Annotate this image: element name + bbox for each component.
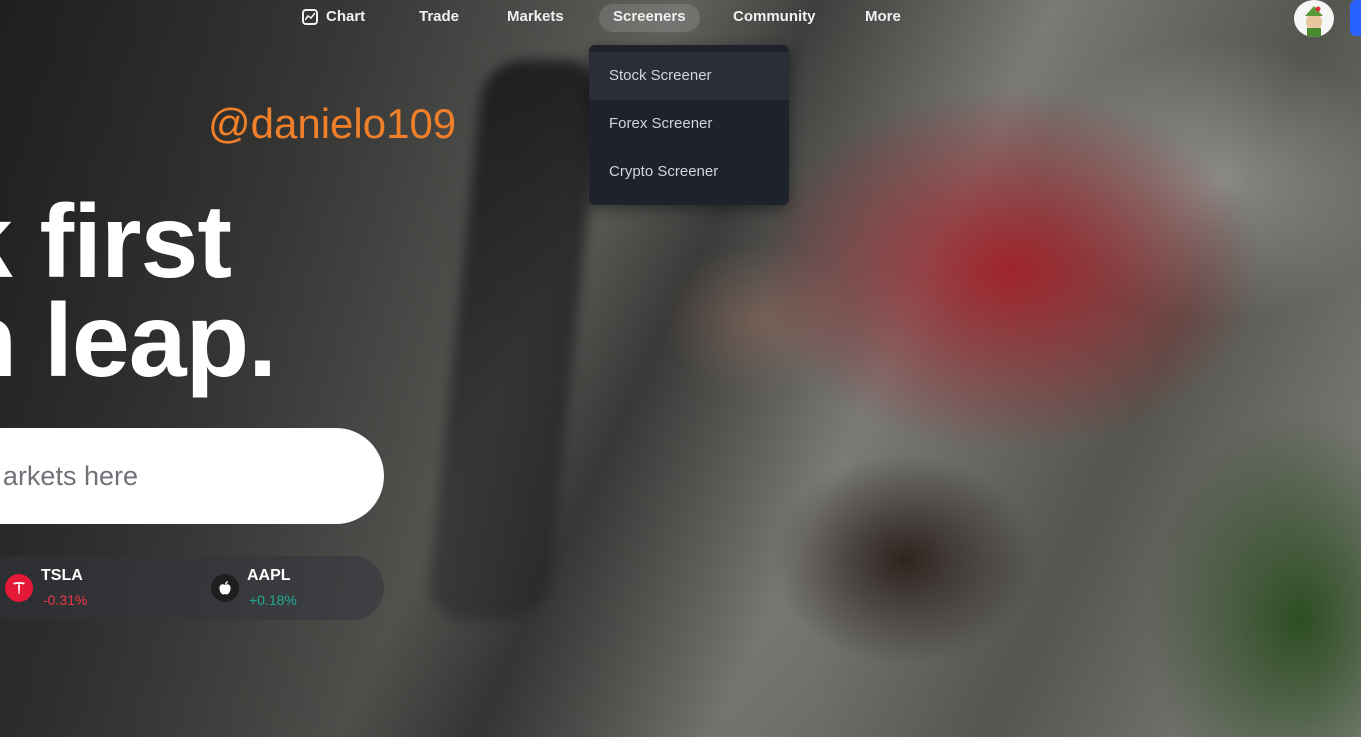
nav-markets-label: Markets [507, 8, 564, 25]
menu-item-crypto-screener[interactable]: Crypto Screener [589, 148, 789, 196]
nav-trade[interactable]: Trade [405, 4, 473, 32]
nav-screeners-label: Screeners [613, 8, 686, 25]
nav-community[interactable]: Community [719, 4, 830, 32]
menu-item-forex-screener[interactable]: Forex Screener [589, 100, 789, 148]
market-search-input[interactable]: arkets here [0, 428, 384, 524]
nav-trade-label: Trade [419, 8, 460, 25]
nav-more-label: More [865, 8, 901, 25]
menu-item-stock-screener[interactable]: Stock Screener [589, 52, 789, 100]
search-placeholder: arkets here [2, 460, 138, 491]
get-started-button-edge[interactable] [1350, 0, 1361, 36]
top-navigation: Chart Trade Markets Screeners Community … [0, 0, 1361, 37]
ticker-tsla[interactable]: TSLA -0.31% [5, 565, 175, 611]
nav-community-label: Community [733, 8, 816, 25]
nav-screeners[interactable]: Screeners [599, 4, 700, 32]
nav-more[interactable]: More [851, 4, 915, 32]
hero-headline-line-2: n leap. [0, 283, 277, 399]
ticker-symbol: TSLA [41, 567, 83, 584]
user-avatar[interactable] [1294, 0, 1334, 37]
nav-markets[interactable]: Markets [493, 4, 578, 32]
ticker-change: -0.31% [43, 592, 88, 608]
nav-chart-label: Chart [326, 8, 366, 25]
ticker-change: +0.18% [249, 592, 297, 608]
tesla-logo-icon [5, 574, 33, 602]
apple-logo-icon [211, 574, 239, 602]
ticker-symbol: AAPL [247, 567, 291, 584]
watermark-text: @danielo109 [208, 100, 457, 147]
chart-icon [302, 9, 318, 25]
nav-chart[interactable]: Chart [288, 4, 379, 32]
screeners-dropdown-menu: Stock Screener Forex Screener Crypto Scr… [589, 45, 789, 205]
ticker-aapl[interactable]: AAPL +0.18% [211, 565, 381, 611]
